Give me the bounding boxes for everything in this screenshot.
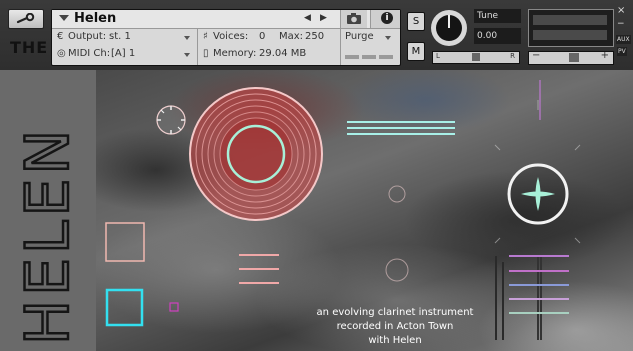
main-ring-control[interactable] [189,87,323,221]
compass-button[interactable] [507,163,569,225]
instrument-description: an evolving clarinet instrument recorded… [300,306,490,348]
small-circle-node[interactable] [388,185,406,203]
instrument-panel [105,80,581,340]
mint-bar-stack[interactable] [347,121,455,135]
description-line: an evolving clarinet instrument [316,307,474,318]
pink-square-pad[interactable] [105,222,145,262]
description-line: with Helen [368,335,422,346]
pink-line-stack[interactable] [239,254,279,284]
magenta-dot[interactable] [169,302,179,312]
cyan-square-pad[interactable] [105,288,144,327]
color-ladder[interactable] [495,255,569,340]
description-line: recorded in Acton Town [336,321,454,332]
small-dial[interactable] [156,105,186,135]
small-circle-node[interactable] [385,258,409,282]
